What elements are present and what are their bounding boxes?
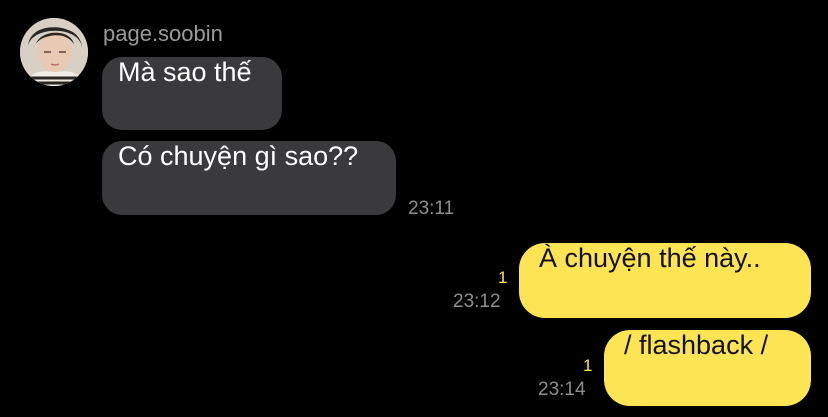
message-text: / flashback / xyxy=(624,330,769,360)
incoming-message[interactable]: Có chuyện gì sao?? xyxy=(102,141,396,215)
sender-name[interactable]: page.soobin xyxy=(103,20,223,48)
message-text: Có chuyện gì sao?? xyxy=(118,141,359,171)
outgoing-message[interactable]: À chuyện thế này.. xyxy=(519,243,811,318)
outgoing-message[interactable]: / flashback / xyxy=(604,330,811,406)
message-timestamp: 23:12 xyxy=(453,291,501,312)
unread-count: 1 xyxy=(583,356,593,375)
sender-avatar[interactable] xyxy=(20,18,88,86)
message-text: Mà sao thế xyxy=(118,57,252,87)
avatar-image xyxy=(20,18,88,86)
message-timestamp: 23:14 xyxy=(538,379,586,400)
incoming-message[interactable]: Mà sao thế xyxy=(102,57,282,130)
message-timestamp: 23:11 xyxy=(408,198,455,219)
unread-count: 1 xyxy=(498,268,508,287)
message-text: À chuyện thế này.. xyxy=(539,243,761,273)
